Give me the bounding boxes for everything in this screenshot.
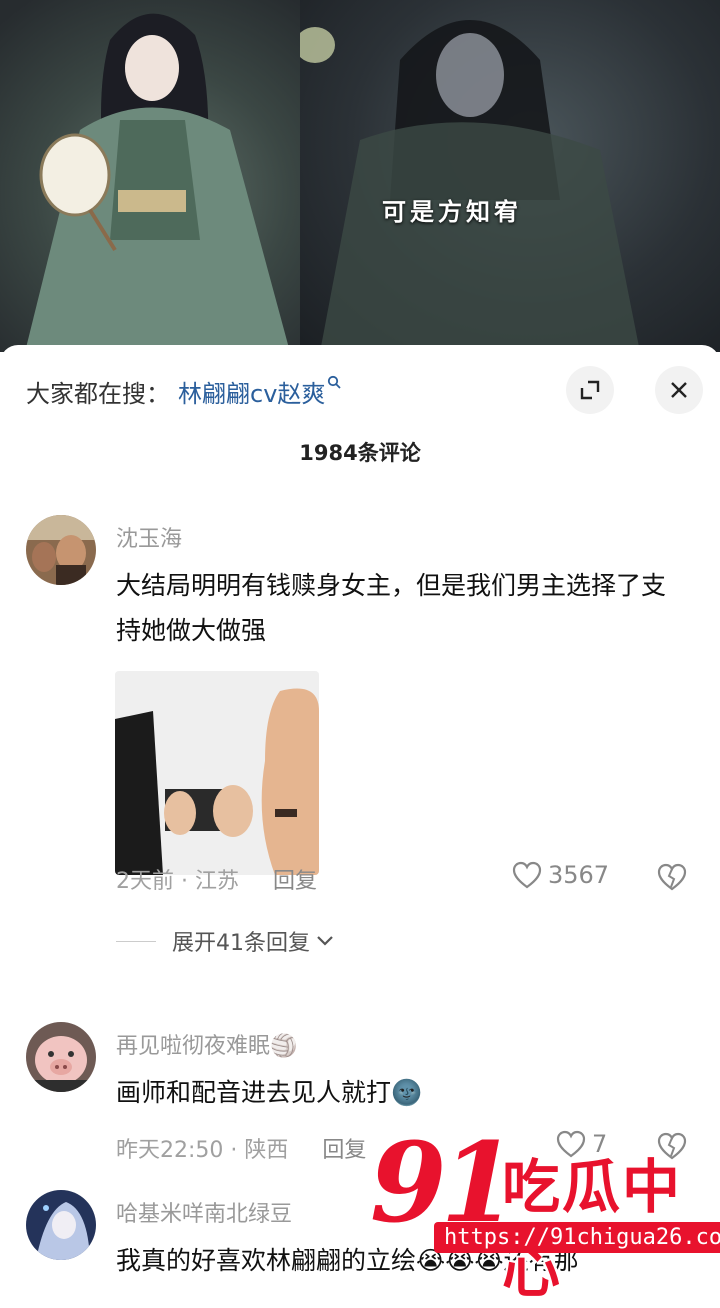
close-button[interactable] <box>655 366 703 414</box>
video-subtitle: 可是方知宥 <box>382 198 522 226</box>
comment-item: 沈玉海 大结局明明有钱赎身女主，但是我们男主选择了支持她做大做强 2天前 · 江… <box>0 515 720 995</box>
comment-meta: 2天前 · 江苏 回复 <box>116 863 317 895</box>
search-suggestion[interactable]: 大家都在搜： 林翩翩cv赵爽 <box>26 369 342 413</box>
avatar[interactable] <box>26 515 96 585</box>
comment-text: 大结局明明有钱赎身女主，但是我们男主选择了支持她做大做强 <box>116 571 667 645</box>
reply-button[interactable]: 回复 <box>322 1132 366 1164</box>
broken-heart-icon <box>657 863 687 891</box>
comment-username[interactable]: 哈基米咩南北绿豆 <box>116 1196 292 1228</box>
comment-text: 画师和配音进去见人就打🌚 <box>116 1078 423 1107</box>
comment-time-location: 昨天22:50 · 陕西 <box>116 1138 289 1163</box>
comment-username[interactable]: 沈玉海 <box>116 521 182 553</box>
comment-image[interactable] <box>115 671 319 875</box>
dislike-button[interactable] <box>657 863 687 895</box>
heart-icon <box>512 861 542 889</box>
search-icon <box>327 374 342 393</box>
comment-time-location: 2天前 · 江苏 <box>116 869 239 894</box>
search-prefix: 大家都在搜： <box>26 379 170 408</box>
comment-meta: 昨天22:50 · 陕西 回复 <box>116 1132 366 1164</box>
video-frame-right <box>295 0 720 352</box>
expand-icon <box>580 380 600 400</box>
expand-button[interactable] <box>566 366 614 414</box>
watermark-url: https://91chigua26.com <box>434 1222 720 1253</box>
avatar[interactable] <box>26 1022 96 1092</box>
video-player[interactable]: 可是方知宥 <box>0 0 720 352</box>
comments-count-title: 1984条评论 <box>299 441 421 465</box>
divider <box>116 940 156 942</box>
expand-replies-label: 展开41条回复 <box>172 931 310 956</box>
like-button[interactable]: 3567 <box>512 861 609 889</box>
site-watermark: 91 吃瓜中心 https://91chigua26.com <box>370 1128 720 1305</box>
like-count: 3567 <box>548 861 610 889</box>
search-term-link[interactable]: 林翩翩cv赵爽 <box>178 374 325 409</box>
expand-replies-button[interactable]: 展开41条回复 <box>116 925 334 957</box>
comment-username[interactable]: 再见啦彻夜难眠🏐 <box>116 1028 297 1060</box>
chevron-down-icon <box>317 936 333 946</box>
video-background-figure <box>295 20 640 352</box>
avatar[interactable] <box>26 1190 96 1260</box>
reply-button[interactable]: 回复 <box>273 863 317 895</box>
close-icon <box>671 382 687 398</box>
